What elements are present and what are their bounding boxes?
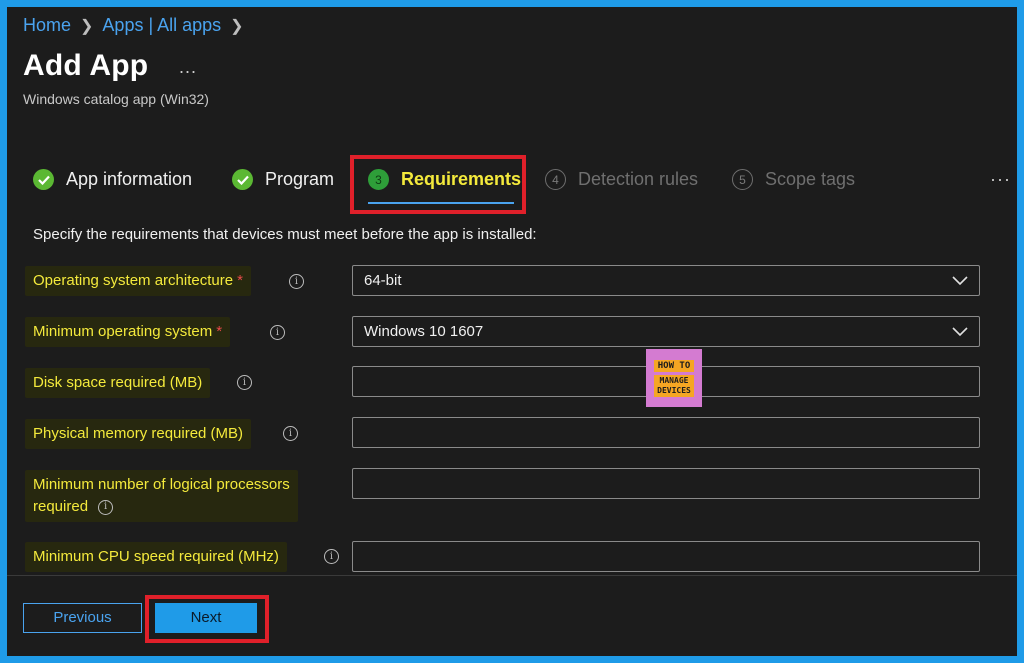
os-architecture-label: Operating system architecture * xyxy=(25,266,251,296)
tab-label: Scope tags xyxy=(765,169,856,189)
tab-detection-rules[interactable]: 4 Detection rules xyxy=(545,169,698,190)
label-text: Physical memory required (MB) xyxy=(33,425,244,442)
chevron-down-icon xyxy=(952,276,968,286)
label-text: Disk space required (MB) xyxy=(33,374,203,391)
tab-scope-tags[interactable]: 5 Scope tags xyxy=(732,169,855,190)
how-to-manage-devices-logo: HOW TO MANAGE DEVICES xyxy=(646,349,702,407)
min-os-label: Minimum operating system * xyxy=(25,317,231,347)
selected-value: 64-bit xyxy=(364,272,402,289)
wizard-steps: App information Program 3 Requirements 4… xyxy=(7,155,1017,217)
tab-label: Detection rules xyxy=(578,169,699,189)
cpu-speed-label: Minimum CPU speed required (MHz) xyxy=(25,542,287,572)
chevron-right-icon: ❯ xyxy=(80,17,94,35)
label-text: required xyxy=(33,498,89,515)
label-text: Minimum operating system xyxy=(33,323,213,340)
logo-text: MANAGE DEVICES xyxy=(654,374,694,397)
step-number-badge: 5 xyxy=(732,169,753,190)
logo-text: HOW TO xyxy=(653,359,695,372)
logo-text-line: MANAGE xyxy=(659,375,689,385)
required-asterisk: * xyxy=(237,272,243,289)
tab-label: Program xyxy=(265,169,335,189)
cpu-speed-input[interactable] xyxy=(352,541,980,572)
instructions-text: Specify the requirements that devices mu… xyxy=(33,226,537,243)
breadcrumb: Home ❯ Apps | All apps ❯ xyxy=(23,15,253,36)
label-text: Minimum CPU speed required (MHz) xyxy=(33,548,279,565)
label-text: Operating system architecture xyxy=(33,272,234,289)
min-os-dropdown[interactable]: Windows 10 1607 xyxy=(352,316,980,347)
tab-label: App information xyxy=(66,169,193,189)
required-asterisk: * xyxy=(216,323,223,340)
info-icon[interactable]: i xyxy=(289,274,304,289)
info-icon[interactable]: i xyxy=(270,325,285,340)
page-title: Add App xyxy=(23,49,149,82)
page-subtitle: Windows catalog app (Win32) xyxy=(23,91,209,107)
selected-value: Windows 10 1607 xyxy=(364,323,484,340)
chevron-right-icon: ❯ xyxy=(230,17,244,35)
checkmark-icon xyxy=(33,169,54,190)
os-architecture-dropdown[interactable]: 64-bit xyxy=(352,265,980,296)
more-tabs-icon[interactable]: ··· xyxy=(990,169,1011,190)
previous-button[interactable]: Previous xyxy=(23,603,142,633)
info-icon[interactable]: i xyxy=(237,375,252,390)
physical-memory-label: Physical memory required (MB) xyxy=(25,419,252,449)
tab-program[interactable]: Program xyxy=(232,169,334,190)
info-icon[interactable]: i xyxy=(98,499,114,515)
footer-bar: Previous Next xyxy=(7,575,1017,656)
logical-processors-input[interactable] xyxy=(352,468,980,499)
checkmark-icon xyxy=(232,169,253,190)
breadcrumb-home-link[interactable]: Home xyxy=(23,15,71,36)
tab-app-information[interactable]: App information xyxy=(33,169,192,190)
logo-text-line: DEVICES xyxy=(657,385,691,395)
info-icon[interactable]: i xyxy=(324,549,339,564)
logical-processors-label: Minimum number of logical processors req… xyxy=(25,470,298,522)
more-options-icon[interactable]: ... xyxy=(179,57,197,78)
step-number-badge: 4 xyxy=(545,169,566,190)
chevron-down-icon xyxy=(952,327,968,337)
app-frame: Home ❯ Apps | All apps ❯ Add App ... Win… xyxy=(7,7,1017,656)
next-button[interactable]: Next xyxy=(155,603,257,633)
physical-memory-input[interactable] xyxy=(352,417,980,448)
label-text: Minimum number of logical processors xyxy=(33,476,290,493)
info-icon[interactable]: i xyxy=(283,426,298,441)
breadcrumb-apps-link[interactable]: Apps | All apps xyxy=(102,15,221,36)
disk-space-label: Disk space required (MB) xyxy=(25,368,211,398)
annotation-highlight-box xyxy=(350,155,526,214)
